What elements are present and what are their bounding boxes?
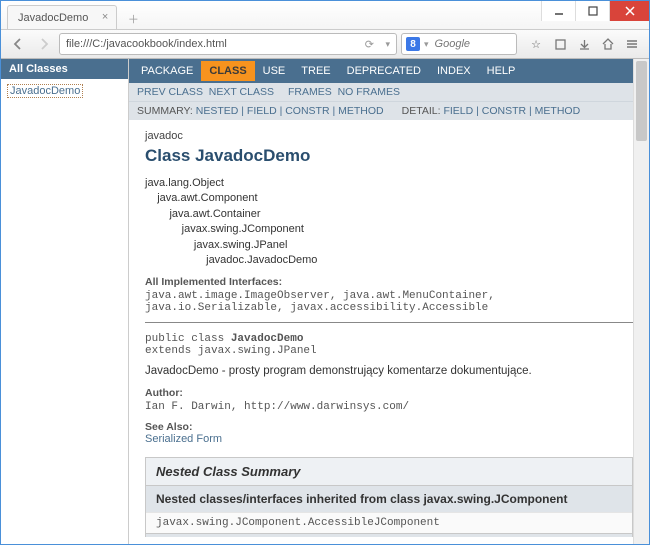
browser-tab[interactable]: JavadocDemo × [7, 5, 117, 29]
main-panel: PACKAGE CLASS USE TREE DEPRECATED INDEX … [129, 59, 649, 544]
bookmark-icon[interactable]: ☆ [525, 33, 547, 55]
scrollbar[interactable] [633, 59, 649, 544]
implemented-interfaces-list: java.awt.image.ImageObserver, java.awt.M… [145, 290, 633, 314]
detail-label: DETAIL: [402, 105, 441, 117]
prev-class-link[interactable]: PREV CLASS [137, 86, 203, 98]
maximize-button[interactable] [575, 1, 609, 21]
sidebar: All Classes JavadocDemo [1, 59, 129, 544]
nav-tree[interactable]: TREE [293, 61, 338, 81]
new-tab-button[interactable]: ＋ [123, 9, 143, 29]
type-hierarchy: java.lang.Object java.awt.Component java… [145, 176, 633, 268]
nested-inherited-jcomponent: Nested classes/interfaces inherited from… [146, 485, 632, 512]
hier-0: java.lang.Object [145, 176, 633, 191]
class-heading: Class JavadocDemo [145, 146, 633, 166]
close-tab-icon[interactable]: × [102, 11, 108, 23]
pocket-icon[interactable] [549, 33, 571, 55]
package-name: javadoc [145, 130, 633, 142]
divider [145, 322, 633, 323]
detail-items[interactable]: FIELD | CONSTR | METHOD [443, 105, 580, 117]
nav-deprecated[interactable]: DEPRECATED [339, 61, 429, 81]
url-text: file:///C:/javacookbook/index.html [66, 38, 227, 50]
nested-class-summary: Nested Class Summary Nested classes/inte… [145, 457, 633, 537]
frames-link[interactable]: FRAMES [288, 86, 332, 98]
tab-title: JavadocDemo [18, 12, 88, 24]
search-input[interactable] [433, 37, 501, 51]
nav-index[interactable]: INDEX [429, 61, 479, 81]
search-dropdown-icon[interactable]: ▾ [424, 39, 429, 50]
sidebar-header: All Classes [1, 59, 128, 79]
close-window-button[interactable] [609, 1, 649, 21]
class-signature: public class JavadocDemo extends javax.s… [145, 333, 633, 357]
hier-1: java.awt.Component [145, 191, 633, 206]
google-icon: 8 [406, 37, 420, 51]
nav-class[interactable]: CLASS [201, 61, 254, 81]
scrollbar-thumb[interactable] [636, 61, 647, 141]
hier-3: javax.swing.JComponent [145, 222, 633, 237]
downloads-icon[interactable] [573, 33, 595, 55]
author-value: Ian F. Darwin, http://www.darwinsys.com/ [145, 401, 633, 413]
nav-package[interactable]: PACKAGE [133, 61, 201, 81]
hier-5: javadoc.JavadocDemo [145, 253, 633, 268]
nav-use[interactable]: USE [255, 61, 294, 81]
history-dropdown-icon[interactable]: ▾ [385, 39, 390, 50]
reload-icon[interactable]: ⟳ [365, 38, 374, 51]
summary-label: SUMMARY: [137, 105, 193, 117]
javadoc-subnav: PREV CLASS NEXT CLASS FRAMES NO FRAMES [129, 83, 649, 101]
no-frames-link[interactable]: NO FRAMES [338, 86, 400, 98]
forward-button[interactable] [33, 33, 55, 55]
browser-toolbar: file:///C:/javacookbook/index.html ⟳ ▾ 8… [1, 29, 649, 59]
search-box[interactable]: 8 ▾ [401, 33, 517, 55]
author-label: Author: [145, 387, 633, 399]
implemented-interfaces-label: All Implemented Interfaces: [145, 276, 633, 288]
class-description: JavadocDemo - prosty program demonstrują… [145, 365, 633, 377]
hier-2: java.awt.Container [145, 207, 633, 222]
nested-heading: Nested Class Summary [146, 458, 632, 485]
summary-items[interactable]: NESTED | FIELD | CONSTR | METHOD [196, 105, 384, 117]
back-button[interactable] [7, 33, 29, 55]
summary-row: SUMMARY: NESTED | FIELD | CONSTR | METHO… [129, 101, 649, 120]
home-icon[interactable] [597, 33, 619, 55]
window-titlebar: JavadocDemo × ＋ [1, 1, 649, 29]
next-class-link[interactable]: NEXT CLASS [209, 86, 274, 98]
minimize-button[interactable] [541, 1, 575, 21]
javadoc-body: javadoc Class JavadocDemo java.lang.Obje… [129, 120, 649, 537]
menu-icon[interactable] [621, 33, 643, 55]
see-also-label: See Also: [145, 421, 633, 433]
url-bar[interactable]: file:///C:/javacookbook/index.html ⟳ ▾ [59, 33, 397, 55]
nav-help[interactable]: HELP [479, 61, 524, 81]
nested-inherited-component: Nested classes/interfaces inherited from… [146, 533, 632, 537]
javadoc-topnav: PACKAGE CLASS USE TREE DEPRECATED INDEX … [129, 59, 649, 83]
hier-4: javax.swing.JPanel [145, 238, 633, 253]
serialized-form-link[interactable]: Serialized Form [145, 433, 222, 445]
sidebar-item-javadocdemo[interactable]: JavadocDemo [7, 84, 83, 98]
nested-inherited-jcomponent-members: javax.swing.JComponent.AccessibleJCompon… [146, 512, 632, 533]
